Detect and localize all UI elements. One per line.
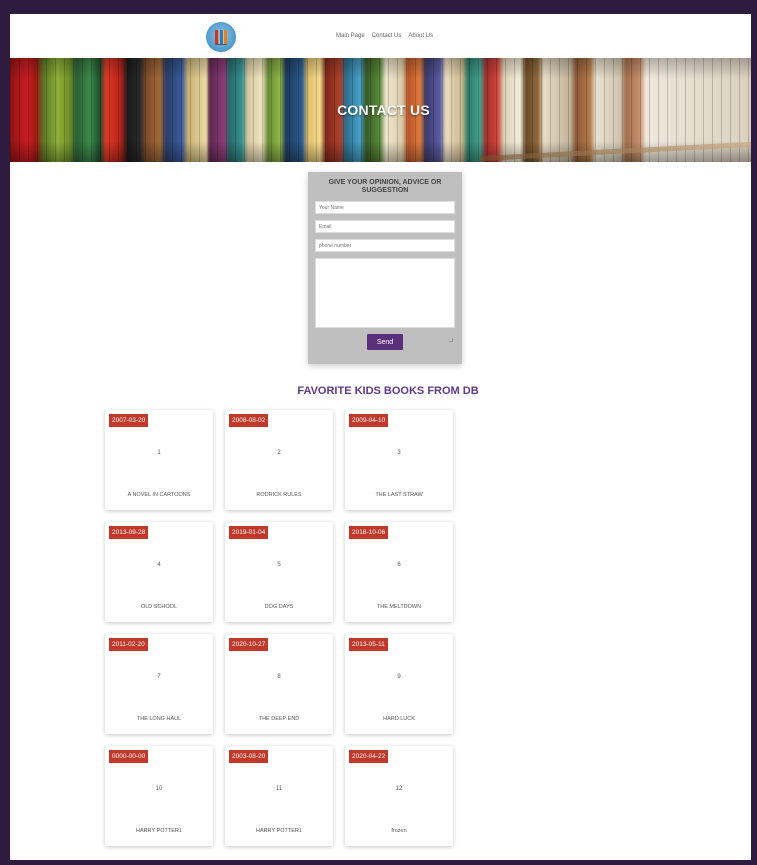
book-card[interactable]: 0000-00-00 10 HARRY POTTER1 (105, 746, 213, 846)
page: Main Page Contact Us About Us CONTACT US… (10, 14, 751, 860)
book-number: 3 (397, 450, 401, 456)
nav-about-us[interactable]: About Us (408, 33, 433, 39)
book-card[interactable]: 2013-05-11 9 HARD LUCK (345, 634, 453, 734)
date-badge: 2003-08-20 (229, 750, 269, 763)
top-bar: Main Page Contact Us About Us (10, 14, 751, 58)
book-card[interactable]: 2018-10-06 6 THE MELTDOWN (345, 522, 453, 622)
book-card[interactable]: 2011-02-20 7 THE LONG HAUL (105, 634, 213, 734)
book-grid: 2007-03-20 1 A NOVEL IN CARTOONS 2008-08-02… (105, 410, 465, 846)
book-number: 1 (157, 450, 161, 456)
message-textarea[interactable] (315, 258, 455, 328)
book-title: THE LONG HAUL (136, 716, 182, 722)
date-badge: 2009-04-10 (349, 414, 389, 427)
contact-form: GIVE YOUR OPINION, ADVICE OR SUGGESTION … (308, 172, 462, 364)
book-title: HARD LUCK (383, 716, 415, 722)
book-number: 7 (157, 674, 161, 680)
book-card[interactable]: 2020-04-22 12 frozen (345, 746, 453, 846)
book-title: OLD SCHOOL (140, 604, 178, 610)
book-number: 5 (277, 562, 281, 568)
books-section-title: FAVORITE KIDS BOOKS FROM DB (297, 385, 479, 397)
book-number: 12 (395, 786, 403, 792)
book-card[interactable]: 2013-09-28 4 OLD SCHOOL (105, 522, 213, 622)
date-badge: 2020-10-27 (229, 638, 269, 651)
date-badge: 2007-03-20 (109, 414, 149, 427)
date-badge: 2008-08-02 (229, 414, 269, 427)
book-card[interactable]: 2003-08-20 11 HARRY POTTER1 (225, 746, 333, 846)
book-title: THE MELTDOWN (376, 604, 422, 610)
book-number: 8 (277, 674, 281, 680)
book-title: frozen (391, 828, 407, 834)
logo-icon[interactable] (206, 22, 236, 52)
book-card[interactable]: 2007-03-20 1 A NOVEL IN CARTOONS (105, 410, 213, 510)
book-title: A NOVEL IN CARTOONS (127, 492, 191, 498)
book-title: THE LAST STRAW (375, 492, 423, 498)
resize-handle-icon[interactable] (449, 338, 453, 342)
main-nav: Main Page Contact Us About Us (336, 33, 433, 39)
book-number: 9 (397, 674, 401, 680)
form-heading: GIVE YOUR OPINION, ADVICE OR SUGGESTION (328, 179, 442, 194)
email-input[interactable] (315, 220, 455, 233)
nav-contact-us[interactable]: Contact Us (372, 33, 402, 39)
date-badge: 0000-00-00 (109, 750, 149, 763)
book-title: HARRY POTTER1 (256, 828, 302, 834)
book-title: DOG DAYS (264, 604, 294, 610)
book-number: 4 (157, 562, 161, 568)
date-badge: 2018-10-06 (349, 526, 389, 539)
book-card[interactable]: 2020-10-27 8 THE DEEP END (225, 634, 333, 734)
date-badge: 2013-05-11 (349, 638, 388, 651)
date-badge: 2020-04-22 (349, 750, 389, 763)
hero-banner: CONTACT US (10, 58, 751, 162)
book-number: 2 (277, 450, 281, 456)
phone-input[interactable] (315, 239, 455, 252)
book-number: 6 (397, 562, 401, 568)
date-badge: 2013-09-28 (109, 526, 149, 539)
book-title: HARRY POTTER1 (136, 828, 182, 834)
nav-main-page[interactable]: Main Page (336, 33, 365, 39)
send-button[interactable]: Send (367, 334, 403, 350)
date-badge: 2011-02-20 (109, 638, 148, 651)
book-title: RODRICK RULES (256, 492, 302, 498)
book-number: 10 (155, 786, 163, 792)
date-badge: 2019-01-04 (229, 526, 269, 539)
book-icon (215, 30, 227, 44)
book-card[interactable]: 2019-01-04 5 DOG DAYS (225, 522, 333, 622)
hero-title: CONTACT US (337, 102, 430, 118)
book-card[interactable]: 2009-04-10 3 THE LAST STRAW (345, 410, 453, 510)
book-number: 11 (275, 786, 283, 792)
book-card[interactable]: 2008-08-02 2 RODRICK RULES (225, 410, 333, 510)
book-title: THE DEEP END (258, 716, 300, 722)
name-input[interactable] (315, 201, 455, 214)
